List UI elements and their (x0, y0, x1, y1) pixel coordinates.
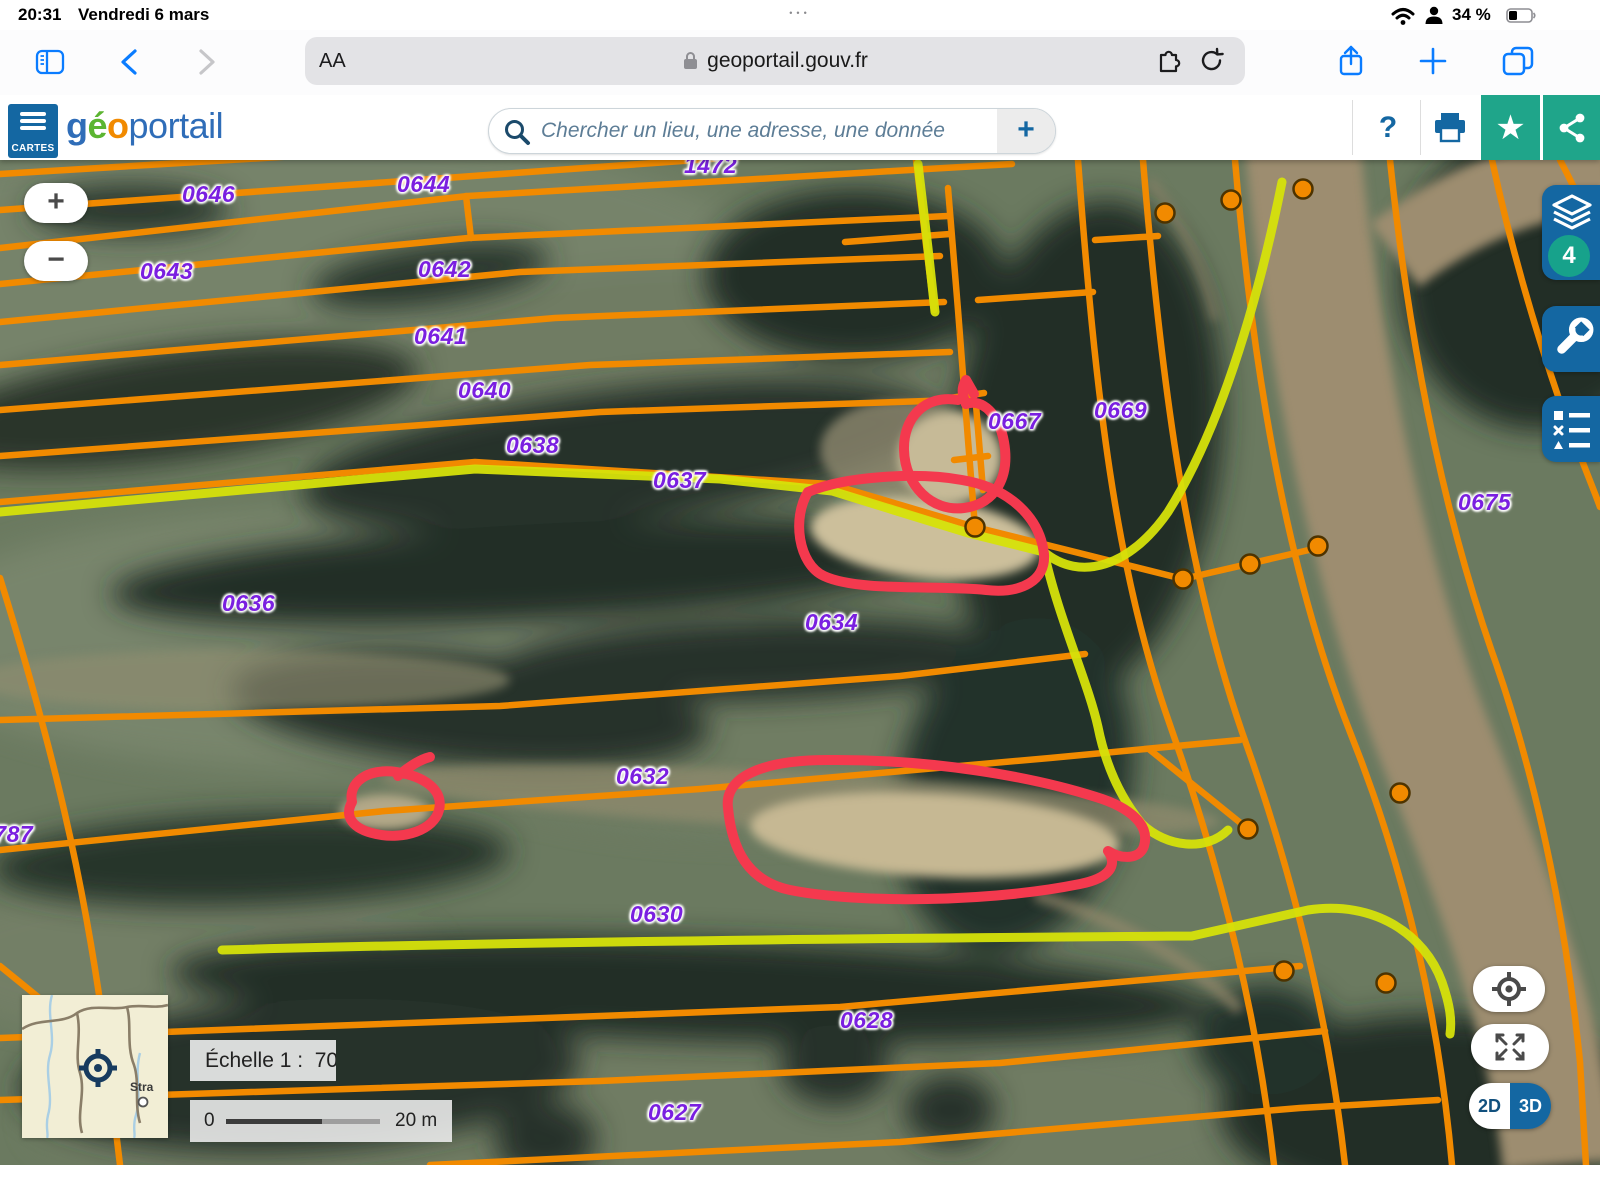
back-icon[interactable] (118, 47, 140, 77)
scale-bar-end: 20 m (395, 1100, 437, 1142)
legend-icon (1551, 405, 1593, 453)
map-viewport[interactable]: 1472064606440643064206410640063806370667… (0, 160, 1600, 1165)
fullscreen-button[interactable] (1471, 1024, 1549, 1070)
logo-letter-g: g (66, 105, 88, 146)
home-strip (0, 1165, 1600, 1200)
maps-menu-label: CARTES (8, 143, 58, 154)
share-map-button[interactable] (1543, 95, 1600, 160)
favorites-button[interactable]: ★ (1481, 95, 1540, 160)
search-add-data-button[interactable]: + (997, 109, 1055, 153)
scale-bar-light-segment (322, 1119, 380, 1124)
view-2d-button[interactable]: 2D (1469, 1083, 1510, 1129)
wifi-icon (1390, 5, 1416, 26)
ipad-screen: 20:31 Vendredi 6 mars ••• 34 % AA (0, 0, 1600, 1200)
layers-count-badge: 4 (1548, 235, 1590, 277)
multitask-dots-icon: ••• (0, 8, 1600, 18)
scale-bar-dark-segment (226, 1119, 322, 1124)
logo-letters-portail: portail (129, 105, 224, 146)
tools-button[interactable] (1542, 306, 1600, 372)
layers-icon (1549, 191, 1595, 237)
share-nodes-icon (1556, 111, 1588, 145)
search-icon (503, 118, 531, 146)
logo-letter-o: o (107, 105, 129, 146)
battery-icon (1506, 8, 1537, 23)
share-icon[interactable] (1336, 44, 1366, 80)
address-bar[interactable]: AA geoportail.gouv.fr (305, 37, 1245, 85)
maps-menu-button[interactable]: CARTES (8, 104, 58, 158)
header-divider (1420, 100, 1421, 155)
overview-minimap[interactable]: Stra (22, 995, 168, 1138)
extensions-puzzle-icon[interactable] (1155, 48, 1183, 74)
search-bar[interactable]: + (488, 108, 1056, 154)
status-bar: 20:31 Vendredi 6 mars ••• 34 % (0, 0, 1600, 30)
layers-panel-button[interactable]: 4 (1542, 185, 1600, 280)
geoportail-logo[interactable]: géoportail (66, 105, 223, 147)
new-tab-plus-icon[interactable] (1418, 46, 1448, 76)
header-divider (1352, 100, 1353, 155)
scale-bar: 0 20 m (190, 1100, 452, 1142)
legend-button[interactable] (1542, 396, 1600, 462)
scale-ratio: Échelle 1 : 70 (190, 1040, 336, 1081)
browser-toolbar: AA geoportail.gouv.fr (0, 30, 1600, 95)
crosshair-icon (1490, 970, 1528, 1008)
user-location-icon (1424, 5, 1444, 26)
wrench-icon (1550, 316, 1594, 362)
url-display[interactable]: geoportail.gouv.fr (305, 37, 1245, 85)
minimap-town-dot (139, 1098, 148, 1107)
minimap-place-label: Stra (130, 1080, 154, 1094)
search-input[interactable] (539, 110, 979, 152)
tabs-icon[interactable] (1500, 45, 1536, 77)
reload-icon[interactable] (1198, 47, 1225, 74)
scale-prefix: Échelle 1 : (205, 1049, 303, 1072)
lock-icon (682, 50, 699, 72)
url-text: geoportail.gouv.fr (707, 49, 868, 73)
geoportail-header: CARTES géoportail + ? ★ (0, 95, 1600, 160)
view-mode-toggle: 2D 3D (1469, 1083, 1551, 1129)
expand-arrows-icon (1490, 1030, 1530, 1064)
sidebar-icon[interactable] (34, 47, 66, 77)
printer-icon (1432, 111, 1468, 145)
help-button[interactable]: ? (1368, 95, 1408, 160)
zoom-out-button[interactable]: − (24, 241, 88, 281)
logo-letter-e: é (88, 105, 108, 146)
zoom-in-button[interactable]: + (24, 183, 88, 223)
battery-percent: 34 % (1452, 0, 1491, 30)
print-button[interactable] (1424, 95, 1476, 160)
forward-icon[interactable] (196, 47, 218, 77)
star-icon: ★ (1495, 111, 1525, 145)
map-canvas[interactable] (0, 160, 1600, 1165)
geolocate-button[interactable] (1473, 966, 1545, 1012)
scale-value: 70 (315, 1049, 336, 1072)
scale-bar-start: 0 (204, 1100, 215, 1142)
